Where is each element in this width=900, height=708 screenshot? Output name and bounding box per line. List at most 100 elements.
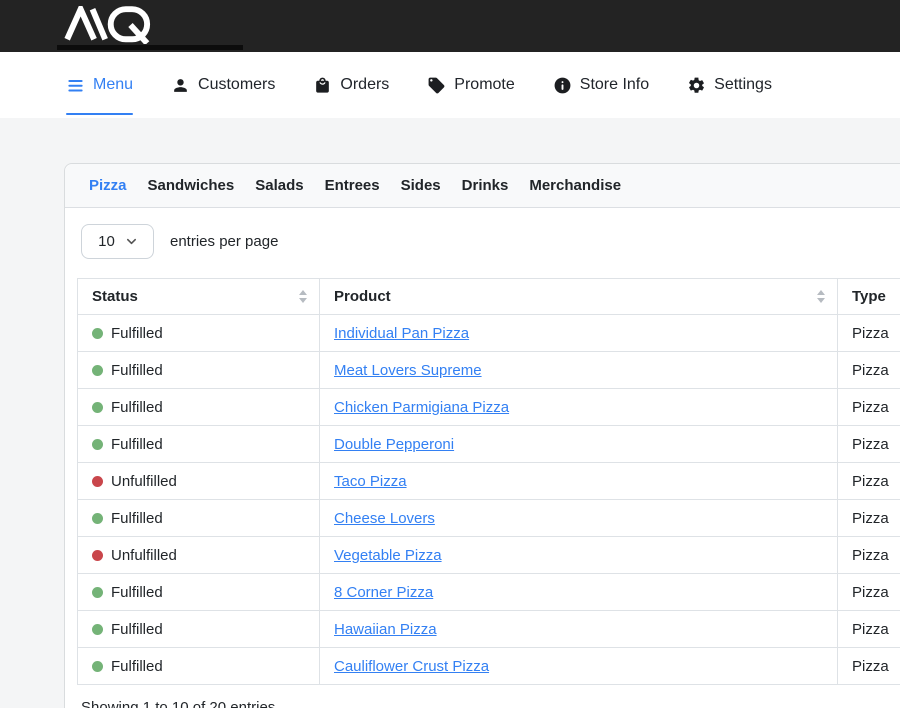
nav-item-settings[interactable]: Settings xyxy=(687,52,772,118)
product-link[interactable]: Chicken Parmigiana Pizza xyxy=(334,399,509,416)
nav-item-orders[interactable]: Orders xyxy=(313,52,389,118)
type-cell: Pizza xyxy=(838,537,900,574)
entries-count-select[interactable]: 10 xyxy=(81,224,154,259)
type-cell: Pizza xyxy=(838,648,900,685)
entries-per-page-control: 10 entries per page xyxy=(81,224,900,259)
card-body: 10 entries per page Status xyxy=(65,208,900,708)
nav-label: Menu xyxy=(93,76,133,94)
table-row: Fulfilled Cauliflower Crust Pizza Pizza xyxy=(78,648,900,685)
type-cell: Pizza xyxy=(838,500,900,537)
status-dot-icon xyxy=(92,402,103,413)
status-cell: Unfulfilled xyxy=(78,463,320,500)
hamburger-icon xyxy=(66,76,85,95)
product-cell: Hawaiian Pizza xyxy=(320,611,838,648)
product-link[interactable]: Meat Lovers Supreme xyxy=(334,362,482,379)
sort-icon[interactable] xyxy=(817,290,825,303)
status-cell: Fulfilled xyxy=(78,611,320,648)
status-label: Fulfilled xyxy=(111,584,163,601)
nav-label: Orders xyxy=(340,76,389,94)
status-dot-icon xyxy=(92,624,103,635)
product-link[interactable]: Taco Pizza xyxy=(334,473,407,490)
product-link[interactable]: Vegetable Pizza xyxy=(334,547,442,564)
status-label: Fulfilled xyxy=(111,510,163,527)
status-label: Unfulfilled xyxy=(111,547,177,564)
status-cell: Fulfilled xyxy=(78,389,320,426)
tab-sides[interactable]: Sides xyxy=(401,177,441,194)
type-cell: Pizza xyxy=(838,352,900,389)
status-cell: Fulfilled xyxy=(78,648,320,685)
product-link[interactable]: Cauliflower Crust Pizza xyxy=(334,658,489,675)
table-row: Fulfilled Meat Lovers Supreme Pizza xyxy=(78,352,900,389)
nav-item-customers[interactable]: Customers xyxy=(171,52,275,118)
tab-merchandise[interactable]: Merchandise xyxy=(529,177,621,194)
tab-salads[interactable]: Salads xyxy=(255,177,303,194)
nav-item-menu[interactable]: Menu xyxy=(66,52,133,118)
status-dot-icon xyxy=(92,513,103,524)
nav-item-promote[interactable]: Promote xyxy=(427,52,514,118)
product-cell: Individual Pan Pizza xyxy=(320,315,838,352)
page-content: Pizza Sandwiches Salads Entrees Sides Dr… xyxy=(0,118,900,708)
product-link[interactable]: Double Pepperoni xyxy=(334,436,454,453)
product-link[interactable]: Individual Pan Pizza xyxy=(334,325,469,342)
status-label: Fulfilled xyxy=(111,621,163,638)
column-label: Product xyxy=(334,288,391,305)
status-dot-icon xyxy=(92,476,103,487)
product-link[interactable]: 8 Corner Pizza xyxy=(334,584,433,601)
table-header-row: Status Product Type xyxy=(78,279,900,315)
main-navbar: Menu Customers Orders Promote Store Info… xyxy=(0,52,900,118)
column-label: Type xyxy=(852,288,886,305)
table-summary-text: Showing 1 to 10 of 20 entries xyxy=(81,699,900,708)
type-cell: Pizza xyxy=(838,389,900,426)
status-cell: Fulfilled xyxy=(78,315,320,352)
status-label: Fulfilled xyxy=(111,658,163,675)
product-cell: Chicken Parmigiana Pizza xyxy=(320,389,838,426)
product-link[interactable]: Hawaiian Pizza xyxy=(334,621,437,638)
status-label: Fulfilled xyxy=(111,399,163,416)
chevron-down-icon xyxy=(126,236,137,247)
column-header-status[interactable]: Status xyxy=(78,279,320,315)
status-label: Fulfilled xyxy=(111,325,163,342)
product-cell: Taco Pizza xyxy=(320,463,838,500)
table-row: Fulfilled 8 Corner Pizza Pizza xyxy=(78,574,900,611)
type-cell: Pizza xyxy=(838,463,900,500)
category-tabs: Pizza Sandwiches Salads Entrees Sides Dr… xyxy=(65,164,900,208)
entries-count-value: 10 xyxy=(98,233,115,250)
status-cell: Fulfilled xyxy=(78,426,320,463)
nav-item-store-info[interactable]: Store Info xyxy=(553,52,649,118)
product-cell: Cheese Lovers xyxy=(320,500,838,537)
nav-label: Settings xyxy=(714,76,772,94)
tab-sandwiches[interactable]: Sandwiches xyxy=(148,177,235,194)
table-row: Fulfilled Chicken Parmigiana Pizza Pizza xyxy=(78,389,900,426)
nav-label: Customers xyxy=(198,76,275,94)
type-cell: Pizza xyxy=(838,315,900,352)
product-cell: Cauliflower Crust Pizza xyxy=(320,648,838,685)
type-cell: Pizza xyxy=(838,574,900,611)
type-label: Pizza xyxy=(852,547,889,564)
type-label: Pizza xyxy=(852,584,889,601)
sort-icon[interactable] xyxy=(299,290,307,303)
table-row: Fulfilled Hawaiian Pizza Pizza xyxy=(78,611,900,648)
brand-logo-aiq xyxy=(64,6,153,44)
tag-icon xyxy=(427,76,446,95)
product-cell: Vegetable Pizza xyxy=(320,537,838,574)
table-row: Fulfilled Individual Pan Pizza Pizza xyxy=(78,315,900,352)
status-label: Unfulfilled xyxy=(111,473,177,490)
product-cell: Meat Lovers Supreme xyxy=(320,352,838,389)
person-icon xyxy=(171,76,190,95)
type-cell: Pizza xyxy=(838,426,900,463)
status-cell: Fulfilled xyxy=(78,574,320,611)
menu-card: Pizza Sandwiches Salads Entrees Sides Dr… xyxy=(64,163,900,708)
column-header-product[interactable]: Product xyxy=(320,279,838,315)
type-label: Pizza xyxy=(852,399,889,416)
product-link[interactable]: Cheese Lovers xyxy=(334,510,435,527)
tab-entrees[interactable]: Entrees xyxy=(325,177,380,194)
column-header-type[interactable]: Type xyxy=(838,279,900,315)
table-row: Unfulfilled Taco Pizza Pizza xyxy=(78,463,900,500)
status-dot-icon xyxy=(92,587,103,598)
type-label: Pizza xyxy=(852,621,889,638)
tab-drinks[interactable]: Drinks xyxy=(462,177,509,194)
status-dot-icon xyxy=(92,328,103,339)
tab-pizza[interactable]: Pizza xyxy=(89,177,127,194)
status-dot-icon xyxy=(92,661,103,672)
status-dot-icon xyxy=(92,550,103,561)
